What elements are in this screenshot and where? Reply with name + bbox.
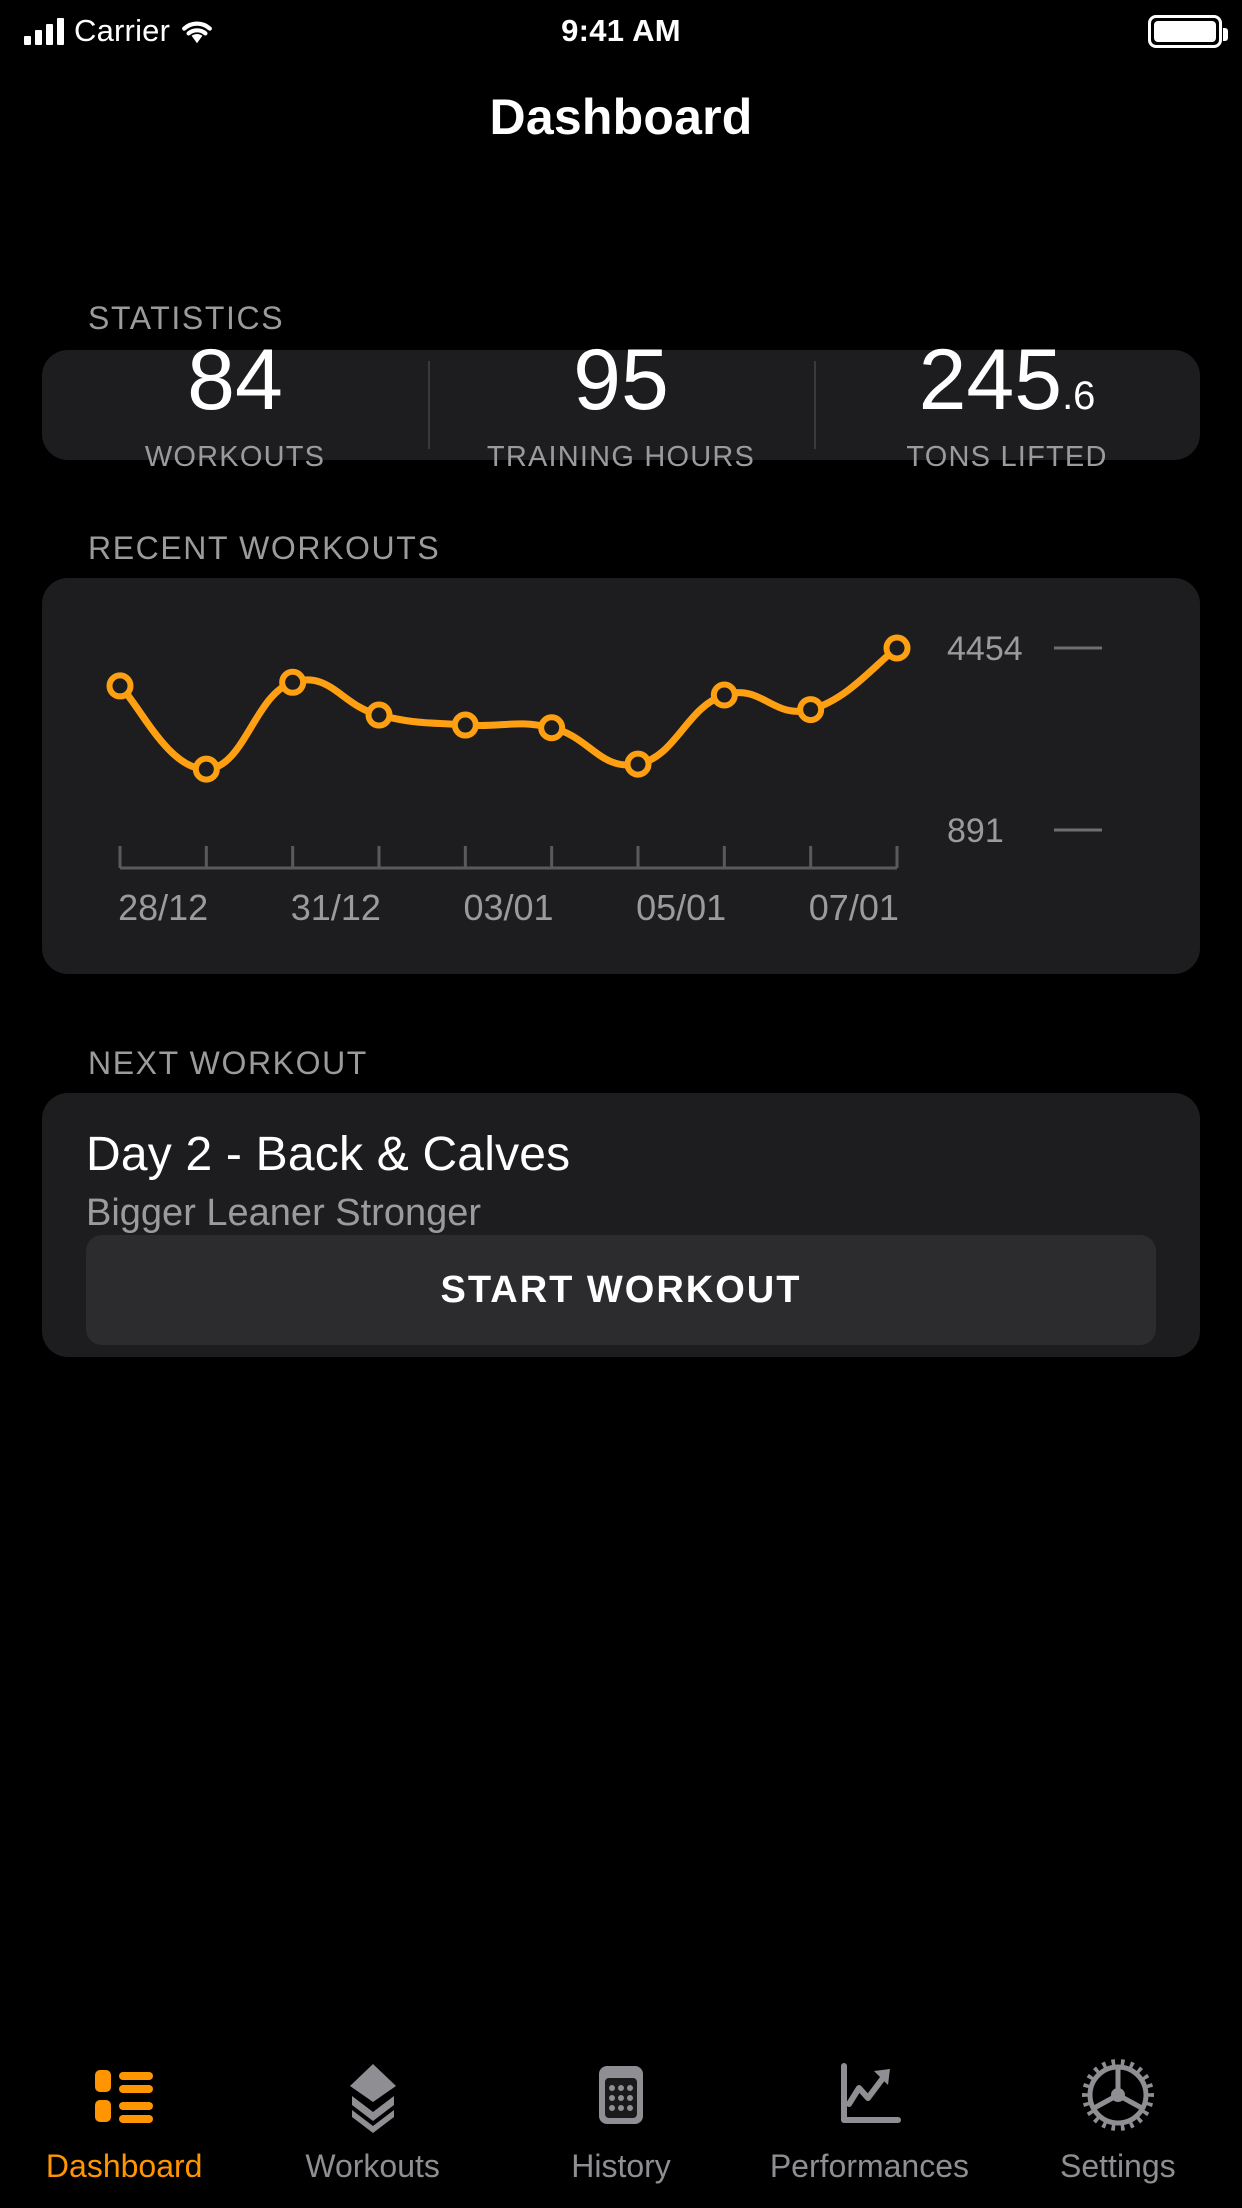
stat-workouts-label: WORKOUTS bbox=[144, 440, 326, 473]
svg-text:4454: 4454 bbox=[947, 630, 1023, 668]
svg-text:03/01: 03/01 bbox=[463, 887, 553, 928]
dashboard-list-icon bbox=[85, 2056, 163, 2134]
stat-workouts: 84 WORKOUTS bbox=[42, 337, 428, 473]
layers-chevron-icon bbox=[334, 2056, 412, 2134]
gear-icon bbox=[1079, 2056, 1157, 2134]
tab-workouts-label: Workouts bbox=[305, 2148, 440, 2184]
tab-settings[interactable]: Settings bbox=[994, 2056, 1242, 2185]
tab-workouts[interactable]: Workouts bbox=[248, 2056, 496, 2185]
battery-icon bbox=[1148, 14, 1228, 48]
stat-tons-lifted-decimal: .6 bbox=[1062, 373, 1096, 418]
status-bar-clock: 9:41 AM bbox=[561, 13, 681, 48]
calendar-icon bbox=[582, 2056, 660, 2134]
line-chart-icon bbox=[830, 2056, 908, 2134]
recent-workouts-section-label: RECENT WORKOUTS bbox=[88, 530, 441, 566]
recent-workouts-chart-card[interactable]: 4454 891 28/12 31/12 03/01 05/01 07/01 bbox=[42, 578, 1200, 974]
stat-training-hours-label: TRAINING HOURS bbox=[486, 440, 756, 473]
tab-bar: Dashboard Workouts History Performances … bbox=[0, 2038, 1242, 2208]
stat-tons-lifted-number: 245 bbox=[918, 331, 1063, 428]
next-workout-card: Day 2 - Back & Calves Bigger Leaner Stro… bbox=[42, 1093, 1200, 1357]
svg-text:28/12: 28/12 bbox=[118, 887, 208, 928]
stat-workouts-number: 84 bbox=[187, 331, 283, 428]
tab-dashboard-label: Dashboard bbox=[45, 2148, 203, 2184]
stat-training-hours-value: 95 bbox=[573, 337, 669, 423]
tab-performances-label: Performances bbox=[769, 2148, 970, 2184]
next-workout-title: Day 2 - Back & Calves bbox=[86, 1128, 571, 1181]
tab-dashboard[interactable]: Dashboard bbox=[0, 2056, 248, 2185]
next-workout-subtitle: Bigger Leaner Stronger bbox=[86, 1192, 482, 1234]
start-workout-button[interactable]: START WORKOUT bbox=[86, 1235, 1156, 1345]
recent-workouts-line-chart[interactable]: 4454 891 28/12 31/12 03/01 05/01 07/01 bbox=[42, 578, 1200, 974]
tab-history-label: History bbox=[571, 2148, 671, 2184]
stat-tons-lifted-value: 245.6 bbox=[919, 337, 1096, 423]
statistics-card: 84 WORKOUTS 95 TRAINING HOURS 245.6 TONS… bbox=[42, 337, 1200, 473]
status-bar: Carrier 9:41 AM bbox=[0, 0, 1242, 62]
page-title: Dashboard bbox=[489, 89, 753, 145]
stat-tons-lifted: 245.6 TONS LIFTED bbox=[814, 337, 1200, 473]
stat-tons-lifted-label: TONS LIFTED bbox=[906, 440, 1108, 473]
tab-performances[interactable]: Performances bbox=[745, 2056, 993, 2185]
next-workout-section-label: NEXT WORKOUT bbox=[88, 1045, 368, 1081]
svg-text:05/01: 05/01 bbox=[636, 887, 726, 928]
stat-training-hours: 95 TRAINING HOURS bbox=[428, 337, 814, 473]
status-bar-right bbox=[1148, 14, 1228, 48]
tab-settings-label: Settings bbox=[1060, 2148, 1176, 2184]
tab-history[interactable]: History bbox=[497, 2056, 745, 2185]
stat-training-hours-number: 95 bbox=[573, 331, 669, 428]
svg-text:07/01: 07/01 bbox=[809, 887, 899, 928]
svg-text:891: 891 bbox=[947, 812, 1004, 850]
svg-text:31/12: 31/12 bbox=[291, 887, 381, 928]
stat-workouts-value: 84 bbox=[187, 337, 283, 423]
